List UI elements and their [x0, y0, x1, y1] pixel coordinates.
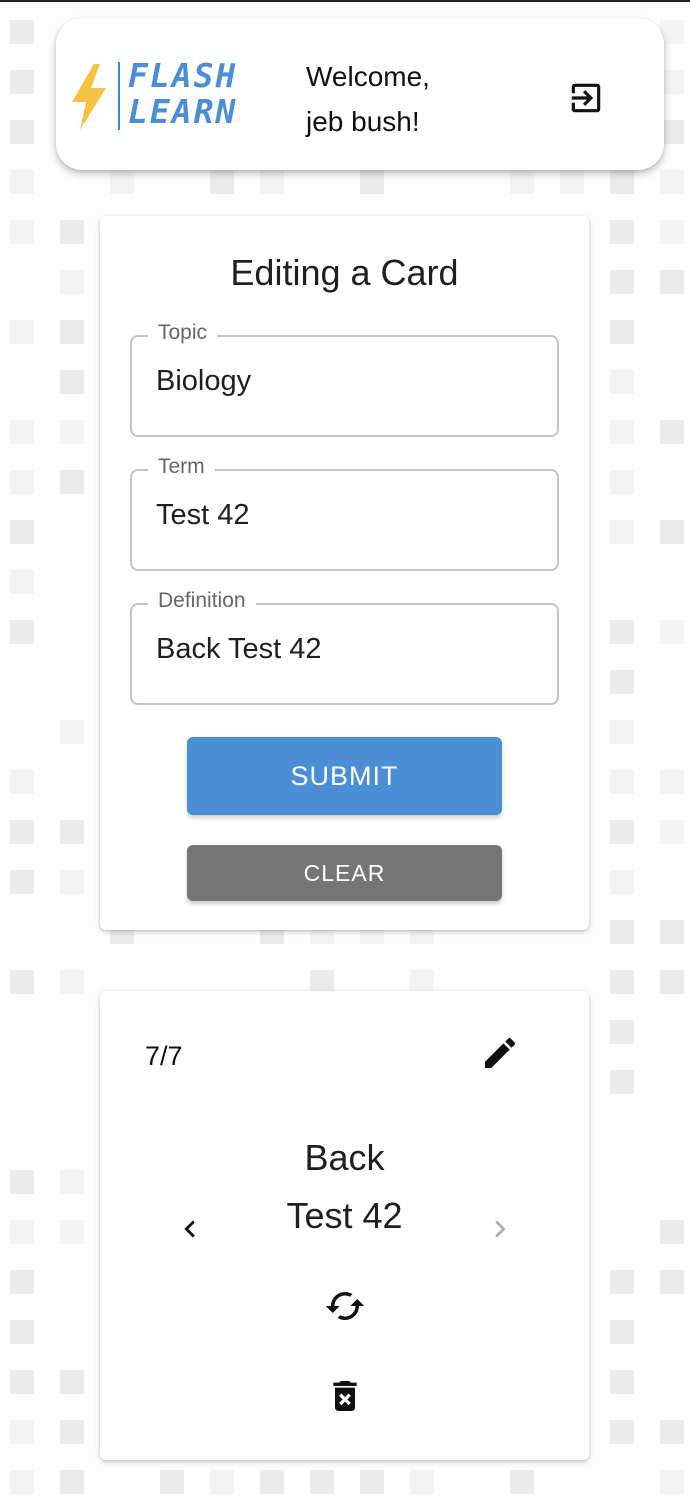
term-field[interactable]: Term [130, 455, 559, 571]
delete-card-button[interactable] [322, 1373, 368, 1419]
delete-icon [333, 1381, 357, 1411]
chevron-right-icon [495, 1220, 506, 1238]
topic-field[interactable]: Topic [130, 321, 559, 437]
next-card-button[interactable] [480, 1209, 520, 1249]
welcome-username: jeb bush! [306, 106, 420, 137]
edit-card-button[interactable] [476, 1029, 524, 1077]
submit-button[interactable]: SUBMIT [187, 737, 502, 815]
edit-card-form: Editing a Card Topic Term Definition SUB… [100, 216, 589, 930]
logo-text-line2: LEARN [128, 92, 238, 131]
logout-button[interactable] [562, 74, 610, 122]
definition-input[interactable] [156, 633, 536, 666]
topic-label: Topic [148, 321, 218, 345]
card-text-line2: Test 42 [286, 1195, 403, 1236]
topic-input[interactable] [156, 365, 536, 398]
card-counter: 7/7 [145, 1041, 183, 1071]
logo-text-line1: FLASH [128, 56, 238, 95]
flashcard-content[interactable]: Back Test 42 [210, 1129, 479, 1245]
definition-field[interactable]: Definition [130, 589, 559, 705]
logout-icon [571, 83, 601, 113]
card-text-line1: Back [304, 1137, 385, 1178]
definition-label: Definition [148, 589, 256, 613]
flashcard-viewer: 7/7 Back Test 42 [100, 991, 589, 1460]
welcome-line1: Welcome, [306, 61, 430, 92]
app-logo: FLASH LEARN [66, 58, 256, 134]
chevron-left-icon [184, 1220, 195, 1238]
term-input[interactable] [156, 499, 536, 532]
welcome-message: Welcome, jeb bush! [306, 54, 430, 144]
logo-divider [118, 62, 120, 130]
previous-card-button[interactable] [170, 1209, 210, 1249]
app-header: FLASH LEARN Welcome, jeb bush! [56, 18, 664, 170]
term-label: Term [148, 455, 215, 479]
logo-wordmark: FLASH LEARN [128, 58, 237, 130]
edit-icon [485, 1037, 516, 1068]
flip-card-button[interactable] [322, 1283, 368, 1329]
lightning-bolt-icon [72, 64, 106, 130]
flip-icon [325, 1292, 365, 1320]
clear-button[interactable]: CLEAR [187, 845, 502, 901]
form-title: Editing a Card [230, 252, 459, 293]
